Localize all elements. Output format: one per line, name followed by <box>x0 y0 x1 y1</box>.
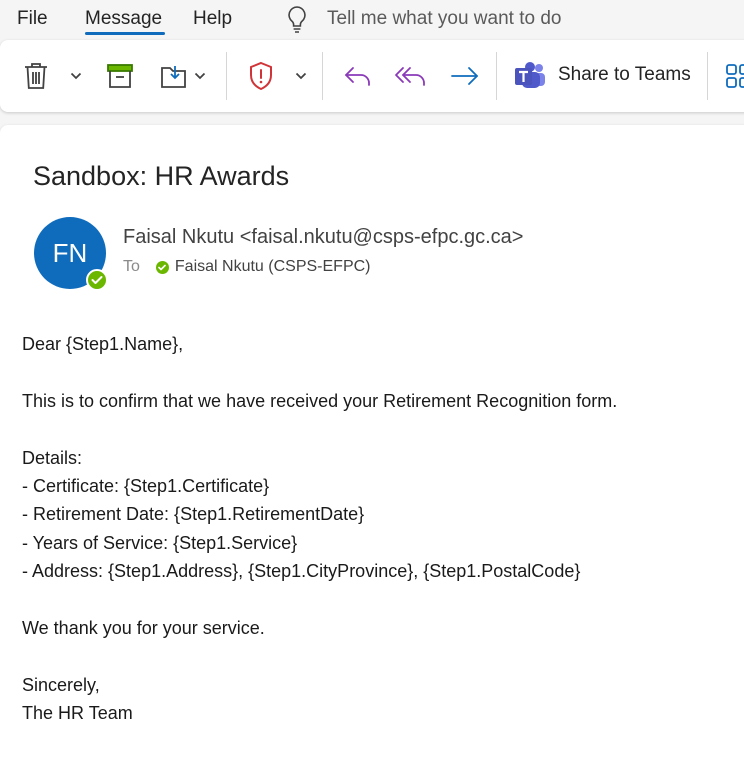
ribbon-toolbar: Share to Teams <box>0 40 744 112</box>
tell-me-placeholder: Tell me what you want to do <box>327 8 562 29</box>
reply-icon <box>343 64 373 88</box>
menu-file[interactable]: File <box>17 8 48 30</box>
teams-icon <box>513 61 547 91</box>
chevron-down-icon <box>295 72 307 80</box>
move-icon <box>159 62 189 90</box>
reading-pane: Sandbox: HR Awards FN Faisal Nkutu <fais… <box>0 125 744 784</box>
email-subject: Sandbox: HR Awards <box>33 161 290 191</box>
to-label: To <box>123 258 140 275</box>
body-closing: Sincerely, <box>22 675 100 695</box>
body-detail-line: - Certificate: {Step1.Certificate} <box>22 476 270 496</box>
reply-button[interactable] <box>341 60 375 92</box>
menu-bar: File Message Help Tell me what you want … <box>0 0 744 40</box>
ribbon-separator <box>496 52 497 100</box>
recipient-name[interactable]: Faisal Nkutu (CSPS-EFPC) <box>175 258 371 276</box>
delete-dropdown[interactable] <box>68 68 84 84</box>
move-button[interactable] <box>158 60 190 92</box>
recipient-row: To Faisal Nkutu (CSPS-EFPC) <box>123 258 371 276</box>
body-detail-line: - Years of Service: {Step1.Service} <box>22 533 298 553</box>
archive-icon <box>106 63 134 89</box>
avatar-initials: FN <box>52 237 88 268</box>
body-thanks: We thank you for your service. <box>22 618 265 638</box>
ribbon-separator <box>226 52 227 100</box>
presence-available-icon <box>86 269 108 291</box>
report-dropdown[interactable] <box>293 68 309 84</box>
reply-all-icon <box>394 64 428 88</box>
tell-me-search[interactable]: Tell me what you want to do <box>286 5 561 33</box>
apps-button[interactable] <box>724 62 744 90</box>
menu-message[interactable]: Message <box>85 8 162 30</box>
lightbulb-icon <box>286 5 308 33</box>
share-to-teams-button[interactable] <box>513 60 547 92</box>
delete-button[interactable] <box>20 60 52 92</box>
body-greeting: Dear {Step1.Name}, <box>22 334 184 354</box>
report-button[interactable] <box>245 60 277 92</box>
share-to-teams-label[interactable]: Share to Teams <box>558 64 691 86</box>
report-icon <box>248 61 274 91</box>
presence-available-icon <box>155 260 169 274</box>
archive-button[interactable] <box>104 60 136 92</box>
ribbon-separator <box>707 52 708 100</box>
reply-all-button[interactable] <box>393 60 429 92</box>
body-detail-line: - Address: {Step1.Address}, {Step1.CityP… <box>22 561 581 581</box>
ribbon-separator <box>322 52 323 100</box>
forward-button[interactable] <box>448 60 482 92</box>
sender-name[interactable]: Faisal Nkutu <faisal.nkutu@csps-efpc.gc.… <box>123 226 524 249</box>
body-confirm: This is to confirm that we have received… <box>22 391 618 411</box>
delete-icon <box>23 61 49 91</box>
body-signature: The HR Team <box>22 703 133 723</box>
move-dropdown[interactable] <box>192 68 208 84</box>
active-tab-indicator <box>85 32 165 35</box>
body-details-label: Details: <box>22 448 83 468</box>
forward-icon <box>450 66 480 86</box>
menu-help[interactable]: Help <box>193 8 232 30</box>
apps-icon <box>725 63 744 89</box>
body-detail-line: - Retirement Date: {Step1.RetirementDate… <box>22 504 365 524</box>
chevron-down-icon <box>194 72 206 80</box>
chevron-down-icon <box>70 72 82 80</box>
